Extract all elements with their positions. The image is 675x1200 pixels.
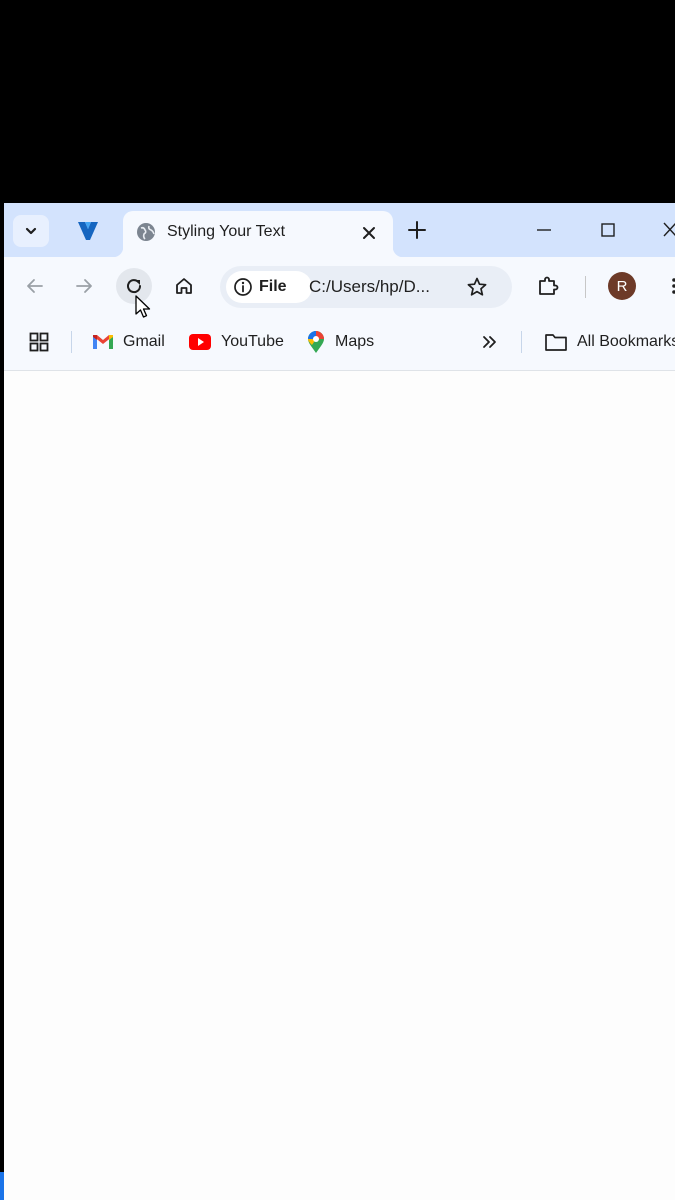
chevron-down-icon <box>25 227 37 235</box>
info-icon <box>234 278 252 296</box>
browser-window: Styling Your Text File C:/Users/hp/D... … <box>4 203 675 1200</box>
maps-pin-icon <box>308 331 324 353</box>
all-bookmarks-label: All Bookmarks <box>577 333 675 350</box>
kebab-menu-icon <box>672 278 675 294</box>
active-tab[interactable]: Styling Your Text <box>113 211 403 257</box>
y-logo-icon <box>78 222 98 240</box>
site-info-chip[interactable]: File <box>226 271 312 303</box>
page-content <box>4 371 675 1200</box>
menu-button[interactable] <box>656 268 675 304</box>
back-button[interactable] <box>17 268 53 304</box>
plus-icon[interactable] <box>406 219 428 241</box>
bookmark-maps[interactable]: Maps <box>306 329 374 355</box>
toolbar-divider <box>585 276 586 298</box>
bookmark-label: Maps <box>335 333 375 350</box>
home-button[interactable] <box>166 268 202 304</box>
mouse-cursor-icon <box>135 295 151 318</box>
arrow-right-icon <box>76 279 92 293</box>
address-bar[interactable]: File C:/Users/hp/D... <box>220 266 512 308</box>
bookmarks-bar: Gmail YouTube Maps All Bookmarks <box>4 315 675 371</box>
pinned-tab[interactable] <box>68 213 108 249</box>
youtube-icon <box>189 334 211 350</box>
minimize-icon[interactable] <box>532 219 556 241</box>
all-bookmarks[interactable]: All Bookmarks <box>544 329 675 355</box>
site-info-label: File <box>259 278 287 295</box>
extensions-button[interactable] <box>530 268 566 304</box>
profile-avatar[interactable]: R <box>608 272 636 300</box>
apps-grid-icon[interactable] <box>28 331 50 353</box>
bookmarks-divider <box>521 331 522 353</box>
globe-icon <box>137 223 155 241</box>
bookmark-label: YouTube <box>221 333 284 350</box>
window-close-icon[interactable] <box>658 219 675 241</box>
toolbar: File C:/Users/hp/D... R <box>4 257 675 315</box>
bookmark-label: Gmail <box>123 333 165 350</box>
gmail-icon <box>93 335 113 349</box>
double-chevron-right-icon[interactable] <box>479 331 501 353</box>
arrow-left-icon <box>27 279 43 293</box>
maximize-icon[interactable] <box>596 219 620 241</box>
bookmarks-divider <box>71 331 72 353</box>
star-icon[interactable] <box>466 276 488 298</box>
home-icon <box>176 278 192 294</box>
tab-strip: Styling Your Text <box>4 203 675 257</box>
tab-search-button[interactable] <box>13 215 49 247</box>
close-icon[interactable] <box>359 223 379 243</box>
bookmark-gmail[interactable]: Gmail <box>92 329 165 355</box>
forward-button[interactable] <box>66 268 102 304</box>
tab-title: Styling Your Text <box>167 223 286 240</box>
url-text[interactable]: C:/Users/hp/D... <box>309 277 430 297</box>
bookmark-youtube[interactable]: YouTube <box>188 329 284 355</box>
puzzle-icon <box>539 276 559 295</box>
taskbar-edge <box>0 1172 4 1200</box>
folder-icon <box>545 334 567 351</box>
